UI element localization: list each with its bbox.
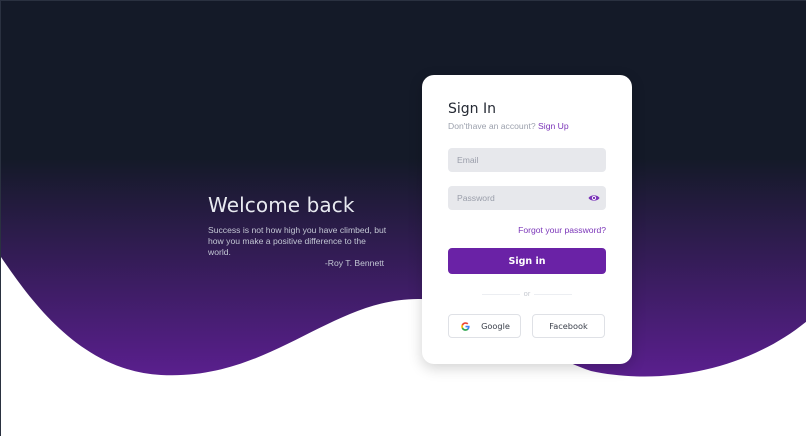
welcome-quote: Success is not how high you have climbed… bbox=[208, 225, 387, 257]
email-input[interactable] bbox=[448, 148, 606, 172]
facebook-label: Facebook bbox=[549, 321, 588, 331]
forgot-password-link[interactable]: Forgot your password? bbox=[518, 225, 606, 235]
facebook-signin-button[interactable]: Facebook bbox=[532, 314, 605, 338]
welcome-title: Welcome back bbox=[208, 193, 355, 217]
divider-line-right bbox=[534, 294, 572, 295]
eye-icon[interactable] bbox=[588, 193, 600, 203]
google-signin-button[interactable]: Google bbox=[448, 314, 521, 338]
or-divider: or bbox=[482, 289, 572, 299]
signin-card: Sign In Don'thave an account? Sign Up Fo… bbox=[422, 75, 632, 364]
app-frame: Welcome back Success is not how high you… bbox=[0, 0, 806, 436]
wave-background bbox=[1, 1, 806, 377]
no-account-text: Don'thave an account? bbox=[448, 121, 536, 131]
password-input[interactable] bbox=[448, 186, 606, 210]
google-icon bbox=[461, 322, 470, 331]
signin-title: Sign In bbox=[448, 101, 496, 117]
welcome-section: Welcome back Success is not how high you… bbox=[208, 193, 390, 269]
signin-button[interactable]: Sign in bbox=[448, 248, 606, 274]
quote-author: -Roy T. Bennett bbox=[324, 258, 384, 268]
signup-prompt: Don'thave an account? Sign Up bbox=[448, 121, 569, 131]
signup-link[interactable]: Sign Up bbox=[538, 121, 569, 131]
google-label: Google bbox=[481, 321, 510, 331]
